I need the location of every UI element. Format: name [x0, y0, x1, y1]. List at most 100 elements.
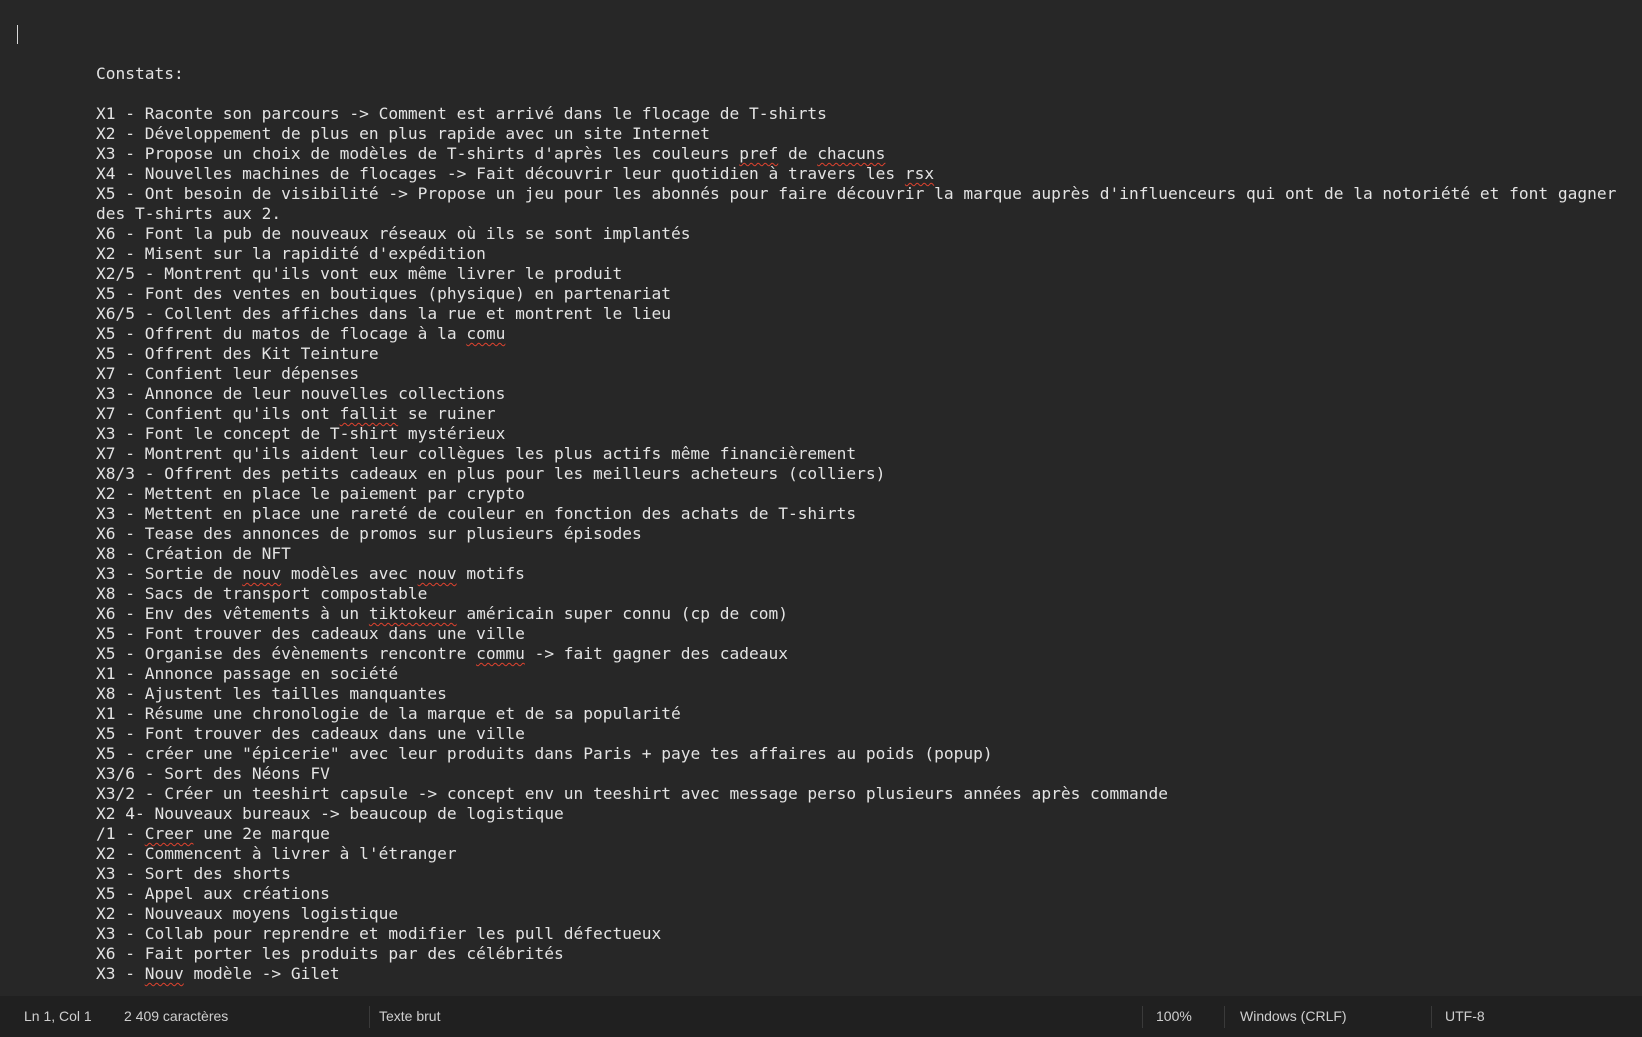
misspelled-word: Nouv	[144, 964, 184, 983]
text-line: X8 - Création de NFT	[96, 544, 1636, 564]
text-format: Texte brut	[379, 1008, 441, 1024]
text-fragment: X3 - Collab pour reprendre et modifier l…	[96, 924, 662, 943]
text-editor-area[interactable]: Constats: X1 - Raconte son parcours -> Co…	[0, 0, 1642, 996]
text-fragment: X6 - Fait porter les produits par des cé…	[96, 944, 564, 963]
text-fragment: X6/5 - Collent des affiches dans la rue …	[96, 304, 671, 323]
text-fragment: X2 - Commencent à livrer à l'étranger	[96, 844, 457, 863]
text-fragment: -> fait gagner des cadeaux	[524, 644, 788, 663]
text-line: X5 - Organise des évènements rencontre c…	[96, 644, 1636, 664]
text-line: X7 - Confient leur dépenses	[96, 364, 1636, 384]
text-line: X2/5 - Montrent qu'ils vont eux même liv…	[96, 264, 1636, 284]
zoom-level[interactable]: 100%	[1156, 996, 1192, 1037]
text-line: X3 - Annonce de leur nouvelles collectio…	[96, 384, 1636, 404]
text-fragment: X7 - Montrent qu'ils aident leur collègu…	[96, 444, 857, 463]
misspelled-word: tiktokeur	[368, 604, 457, 623]
text-fragment: X3 - Annonce de leur nouvelles collectio…	[96, 384, 506, 403]
text-fragment: X2 4- Nouveaux bureaux -> beaucoup de lo…	[96, 804, 564, 823]
text-line: X3 - Sortie de nouv modèles avec nouv mo…	[96, 564, 1636, 584]
text-fragment: X8/3 - Offrent des petits cadeaux en plu…	[96, 464, 886, 483]
text-line: X6 - Font la pub de nouveaux réseaux où …	[96, 224, 1636, 244]
status-separator	[1142, 1006, 1143, 1028]
text-line	[96, 84, 1636, 104]
text-line: X8/3 - Offrent des petits cadeaux en plu…	[96, 464, 1636, 484]
text-fragment: X5 - créer une "épicerie" avec leur prod…	[96, 744, 993, 763]
text-line: X3 - Nouv modèle -> Gilet	[96, 964, 1636, 984]
text-line: X2 - Développement de plus en plus rapid…	[96, 124, 1636, 144]
text-caret	[17, 25, 18, 44]
text-line: X7 - Montrent qu'ils aident leur collègu…	[96, 444, 1636, 464]
text-fragment: X2 - Misent sur la rapidité d'expédition	[96, 244, 486, 263]
text-line: X6 - Env des vêtements à un tiktokeur am…	[96, 604, 1636, 624]
misspelled-word: Creer	[144, 824, 194, 843]
text-fragment: X5 - Appel aux créations	[96, 884, 330, 903]
text-line: X5 - Font trouver des cadeaux dans une v…	[96, 724, 1636, 744]
text-fragment: X1 - Résume une chronologie de la marque…	[96, 704, 681, 723]
text-fragment: X3/2 - Créer un teeshirt capsule -> conc…	[96, 784, 1169, 803]
text-line: Constats:	[96, 64, 1636, 84]
text-fragment: X3 -	[96, 964, 145, 983]
text-line: X5 - Offrent du matos de flocage à la co…	[96, 324, 1636, 344]
text-line: X3 - Collab pour reprendre et modifier l…	[96, 924, 1636, 944]
text-line: /1 - Creer une 2e marque	[96, 824, 1636, 844]
text-fragment: X8 - Ajustent les tailles manquantes	[96, 684, 447, 703]
line-ending[interactable]: Windows (CRLF)	[1240, 996, 1347, 1037]
text-fragment: Constats:	[96, 64, 184, 83]
text-line: X2 - Nouveaux moyens logistique	[96, 904, 1636, 924]
text-line: X6/5 - Collent des affiches dans la rue …	[96, 304, 1636, 324]
text-line: X5 - Font des ventes en boutiques (physi…	[96, 284, 1636, 304]
status-separator	[1431, 1006, 1432, 1028]
text-line: X8 - Sacs de transport compostable	[96, 584, 1636, 604]
text-line: X2 - Commencent à livrer à l'étranger	[96, 844, 1636, 864]
text-line: X3/6 - Sort des Néons FV	[96, 764, 1636, 784]
misspelled-word: comu	[466, 324, 506, 343]
character-count: 2 409 caractères	[124, 1008, 229, 1024]
text-fragment: X2 - Nouveaux moyens logistique	[96, 904, 399, 923]
misspelled-word: nouv	[242, 564, 282, 583]
misspelled-word: fallit	[339, 404, 399, 423]
status-separator	[369, 1006, 370, 1028]
text-line: X5 - Ont besoin de visibilité -> Propose…	[96, 184, 1636, 224]
text-fragment: X5 - Offrent du matos de flocage à la	[96, 324, 467, 343]
status-bar: Ln 1, Col 1 2 409 caractères Texte brut …	[0, 996, 1642, 1037]
text-line: X5 - Appel aux créations	[96, 884, 1636, 904]
text-line: X8 - Ajustent les tailles manquantes	[96, 684, 1636, 704]
status-separator	[1224, 1006, 1225, 1028]
text-fragment: X5 - Organise des évènements rencontre	[96, 644, 477, 663]
text-line: X3 - Font le concept de T-shirt mystérie…	[96, 424, 1636, 444]
text-fragment: une 2e marque	[193, 824, 330, 843]
text-fragment: motifs	[456, 564, 525, 583]
text-line: X2 - Mettent en place le paiement par cr…	[96, 484, 1636, 504]
text-line: X6 - Fait porter les produits par des cé…	[96, 944, 1636, 964]
text-line: X1 - Résume une chronologie de la marque…	[96, 704, 1636, 724]
text-fragment: X3 - Propose un choix de modèles de T-sh…	[96, 144, 740, 163]
text-fragment: X6 - Tease des annonces de promos sur pl…	[96, 524, 642, 543]
misspelled-word: chacuns	[817, 144, 886, 163]
text-fragment: X5 - Font des ventes en boutiques (physi…	[96, 284, 671, 303]
text-fragment: X7 - Confient qu'ils ont	[96, 404, 340, 423]
text-fragment: X5 - Font trouver des cadeaux dans une v…	[96, 624, 525, 643]
text-line: X3/2 - Créer un teeshirt capsule -> conc…	[96, 784, 1636, 804]
text-line: X3 - Propose un choix de modèles de T-sh…	[96, 144, 1636, 164]
text-line: X7 - Confient qu'ils ont fallit se ruine…	[96, 404, 1636, 424]
text-fragment: de	[778, 144, 818, 163]
text-fragment: modèles avec	[281, 564, 418, 583]
text-fragment: /1 -	[96, 824, 145, 843]
text-fragment: X1 - Raconte son parcours -> Comment est…	[96, 104, 827, 123]
text-fragment: X7 - Confient leur dépenses	[96, 364, 360, 383]
text-fragment: X3 - Mettent en place une rareté de coul…	[96, 504, 857, 523]
encoding[interactable]: UTF-8	[1445, 996, 1485, 1037]
text-fragment: X3 - Sortie de	[96, 564, 243, 583]
cursor-position[interactable]: Ln 1, Col 1	[24, 996, 92, 1037]
text-fragment: X8 - Création de NFT	[96, 544, 291, 563]
text-line: X1 - Raconte son parcours -> Comment est…	[96, 104, 1636, 124]
text-fragment: X5 - Ont besoin de visibilité -> Propose…	[96, 184, 1627, 223]
text-line	[96, 44, 1636, 64]
text-fragment: X3 - Font le concept de T-shirt mystérie…	[96, 424, 506, 443]
misspelled-word: rsx	[904, 164, 935, 183]
document-text[interactable]: Constats: X1 - Raconte son parcours -> Co…	[96, 44, 1636, 984]
text-fragment: X2/5 - Montrent qu'ils vont eux même liv…	[96, 264, 623, 283]
text-fragment: X5 - Font trouver des cadeaux dans une v…	[96, 724, 525, 743]
text-line: X5 - Font trouver des cadeaux dans une v…	[96, 624, 1636, 644]
text-fragment: X2 - Développement de plus en plus rapid…	[96, 124, 710, 143]
text-line: X1 - Annonce passage en société	[96, 664, 1636, 684]
